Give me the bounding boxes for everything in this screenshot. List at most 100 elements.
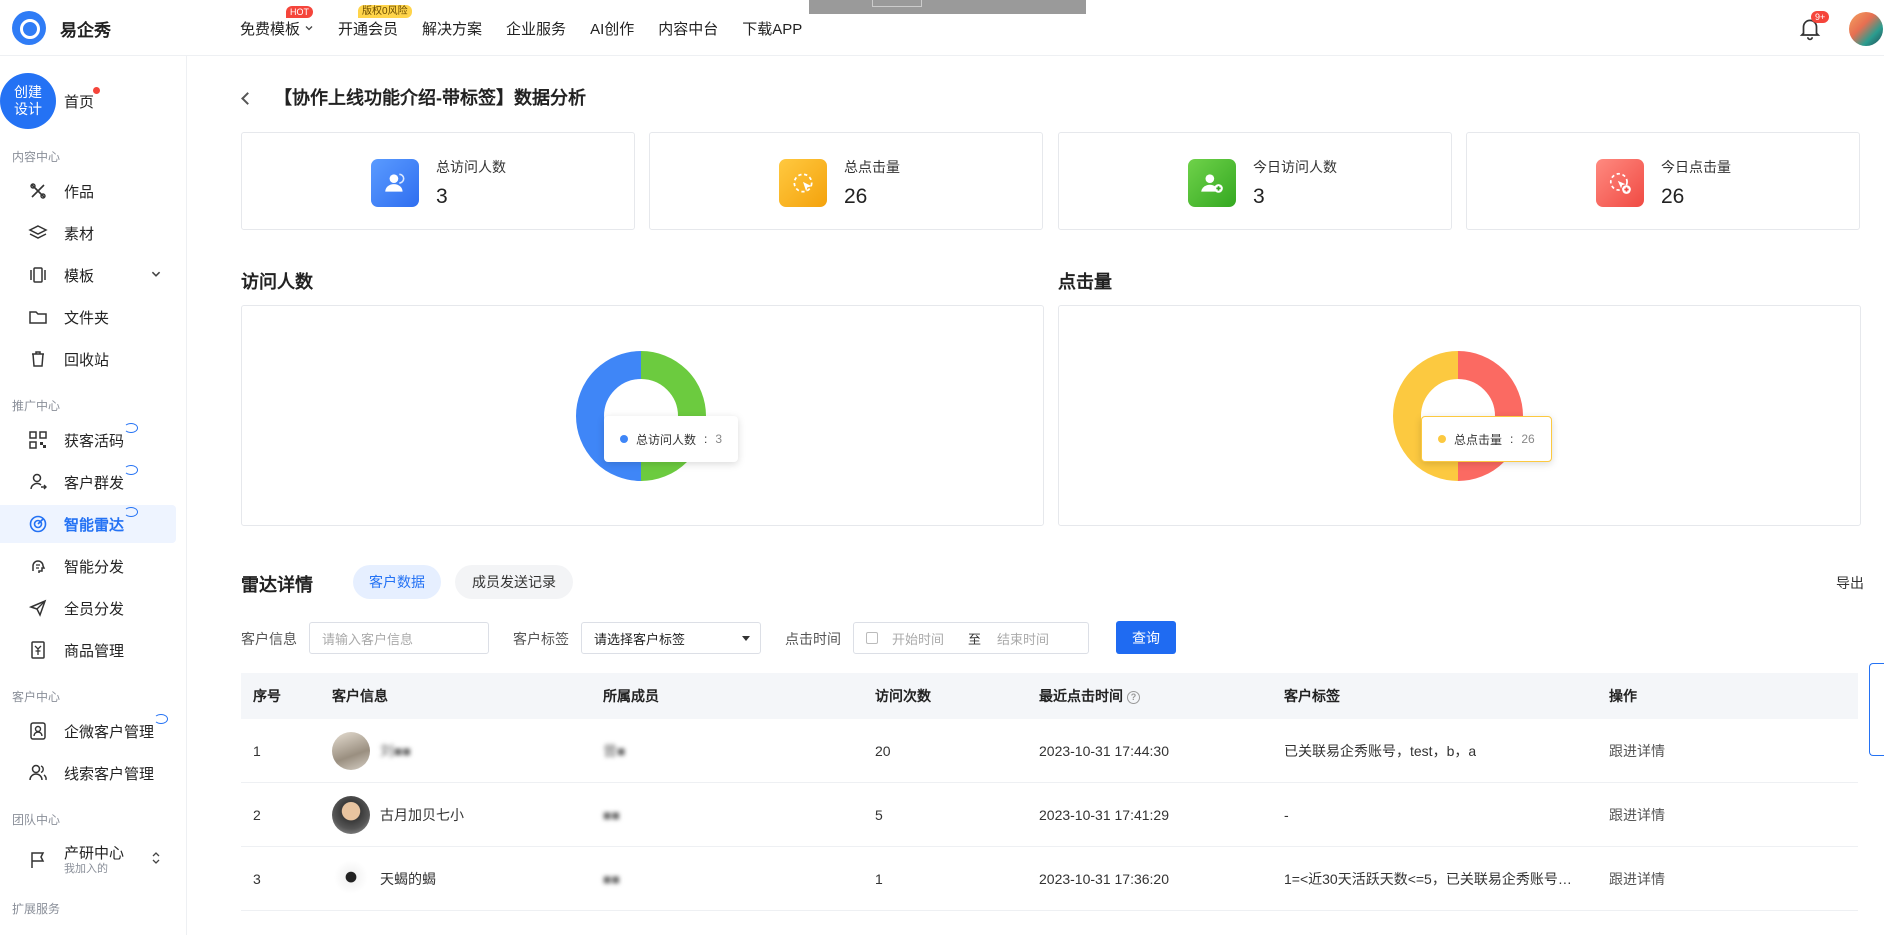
tooltip-value: 26 [1521, 432, 1535, 446]
customer-info-input[interactable]: 请输入客户信息 [309, 622, 489, 654]
follow-up-detail-link[interactable]: 跟进详情 [1609, 805, 1665, 825]
nav-label: 内容中台 [658, 20, 719, 38]
sidebar-item-works[interactable]: 作品 [0, 172, 176, 210]
tooltip-colon: : [1510, 432, 1514, 446]
users-icon [28, 763, 48, 783]
customer-table: 序号 客户信息 所属成员 访问次数 最近点击时间? 客户标签 操作 1 刘■■ … [241, 673, 1858, 911]
stat-card-today-visitors: 今日访问人数 3 [1058, 132, 1452, 230]
visit-count: 5 [875, 806, 883, 823]
customer-name: 刘■■ [380, 742, 411, 759]
qrcode-icon [28, 430, 48, 450]
sidebar-item-folder[interactable]: 文件夹 [0, 298, 176, 336]
logo-text: 易企秀 [60, 20, 111, 40]
nav-label: 企业服务 [506, 20, 567, 38]
sidebar-item-lead-code[interactable]: 获客活码 [0, 421, 176, 459]
click-icon [779, 159, 827, 207]
sidebar-item-wecom-customer[interactable]: 企微客户管理 [0, 712, 176, 750]
nav-membership[interactable]: 开通会员 版权0风险 [338, 4, 412, 39]
tooltip-dot [620, 435, 628, 443]
export-button[interactable]: 导出 [1836, 573, 1864, 593]
click-time-range-picker[interactable]: 开始时间 至 结束时间 [853, 622, 1089, 654]
overlay-bar [809, 0, 1086, 14]
sidebar-item-all-share[interactable]: 全员分发 [0, 589, 176, 627]
side-float-panel[interactable] [1869, 663, 1884, 756]
sidebar-item-smart-radar[interactable]: 智能雷达 [0, 505, 176, 543]
tools-icon [28, 181, 48, 201]
tab-member-send-records[interactable]: 成员发送记录 [455, 565, 573, 599]
user-avatar[interactable] [1849, 12, 1883, 46]
sidebar-item-lead-customer[interactable]: 线索客户管理 [0, 754, 176, 792]
home-red-dot [93, 87, 100, 94]
stat-label: 总访问人数 [436, 159, 506, 175]
member-name: 曾■ [603, 742, 626, 759]
main-nav: 免费模板 HOT 开通会员 版权0风险 解决方案 企业服务 AI创作 内容中台 … [240, 0, 802, 56]
sidebar-item-label: 全员分发 [64, 600, 125, 618]
section-team: 团队中心 [12, 813, 61, 827]
sidebar-item-label: 模板 [64, 267, 95, 285]
sidebar-item-label: 文件夹 [64, 309, 110, 327]
click-add-icon [1596, 159, 1644, 207]
sidebar-item-home[interactable]: 首页 [64, 91, 94, 112]
page-title: 【协作上线功能介绍-带标签】数据分析 [241, 84, 586, 110]
start-time-placeholder[interactable]: 开始时间 [892, 629, 944, 648]
nav-content-hub[interactable]: 内容中台 [658, 18, 718, 39]
user-add-icon [1188, 159, 1236, 207]
customer-name: 天蝎的蝎 [380, 870, 436, 887]
back-arrow-icon[interactable] [241, 91, 254, 105]
chevron-down-icon [305, 26, 313, 31]
sidebar-item-goods[interactable]: 商品管理 [0, 631, 176, 669]
send-icon [28, 598, 48, 618]
stat-value: 3 [436, 185, 448, 208]
tooltip-name: 总访问人数 [636, 432, 697, 447]
tab-customer-data[interactable]: 客户数据 [353, 565, 441, 599]
last-click-time: 2023-10-31 17:36:20 [1039, 870, 1169, 887]
stat-label: 今日访问人数 [1253, 159, 1337, 175]
nav-ai[interactable]: AI创作 [590, 18, 634, 39]
sidebar-item-templates[interactable]: 模板 [0, 256, 176, 294]
stat-card-total-visitors: 总访问人数 3 [241, 132, 635, 230]
sidebar-item-label: 智能雷达 [64, 506, 139, 535]
stat-value: 26 [844, 185, 868, 208]
stat-card-total-clicks: 总点击量 26 [649, 132, 1043, 230]
calendar-icon [866, 632, 878, 644]
stat-value: 3 [1253, 185, 1265, 208]
brain-icon [28, 556, 48, 576]
tooltip-dot [1438, 435, 1446, 443]
nav-free-templates[interactable]: 免费模板 HOT [240, 5, 314, 39]
customer-tags: 已关联易企秀账号，test，b，a [1284, 742, 1477, 759]
sidebar-item-materials[interactable]: 素材 [0, 214, 176, 252]
nav-label: AI创作 [590, 20, 635, 38]
nav-solutions[interactable]: 解决方案 [422, 18, 482, 39]
follow-up-detail-link[interactable]: 跟进详情 [1609, 869, 1665, 889]
flag-icon [28, 850, 48, 870]
create-design-button[interactable]: 创建 设计 [0, 73, 56, 129]
nav-label: 免费模板 [240, 20, 301, 38]
sidebar-item-label: 智能分发 [64, 558, 125, 576]
follow-up-detail-link[interactable]: 跟进详情 [1609, 741, 1665, 761]
sidebar-item-label: 作品 [64, 183, 95, 201]
stat-label: 今日点击量 [1661, 159, 1731, 175]
help-icon[interactable]: ? [1127, 691, 1140, 704]
sidebar-item-label: 商品管理 [64, 642, 125, 660]
end-time-placeholder[interactable]: 结束时间 [997, 629, 1049, 648]
section-customer: 客户中心 [12, 690, 61, 704]
customer-avatar [332, 860, 370, 898]
sidebar-item-label: 线索客户管理 [64, 765, 155, 783]
query-button[interactable]: 查询 [1116, 621, 1176, 654]
logo[interactable]: 易企秀 [12, 11, 111, 45]
sidebar-item-label: 客户群发 [64, 464, 139, 493]
nav-download-app[interactable]: 下载APP [742, 18, 802, 39]
stat-label: 总点击量 [844, 159, 900, 175]
section-content: 内容中心 [12, 150, 61, 164]
radar-detail-title: 雷达详情 [241, 575, 313, 595]
user-send-icon [28, 472, 48, 492]
tooltip-value: 3 [715, 432, 723, 446]
nav-enterprise[interactable]: 企业服务 [506, 18, 566, 39]
tooltip-name: 总点击量 [1454, 432, 1503, 447]
sidebar-item-mass-send[interactable]: 客户群发 [0, 463, 176, 501]
caret-down-icon [742, 636, 750, 641]
sidebar-item-recycle[interactable]: 回收站 [0, 340, 176, 378]
select-value: 请选择客户标签 [594, 631, 686, 647]
sidebar-item-smart-share[interactable]: 智能分发 [0, 547, 176, 585]
customer-tag-select[interactable]: 请选择客户标签 [581, 622, 761, 654]
